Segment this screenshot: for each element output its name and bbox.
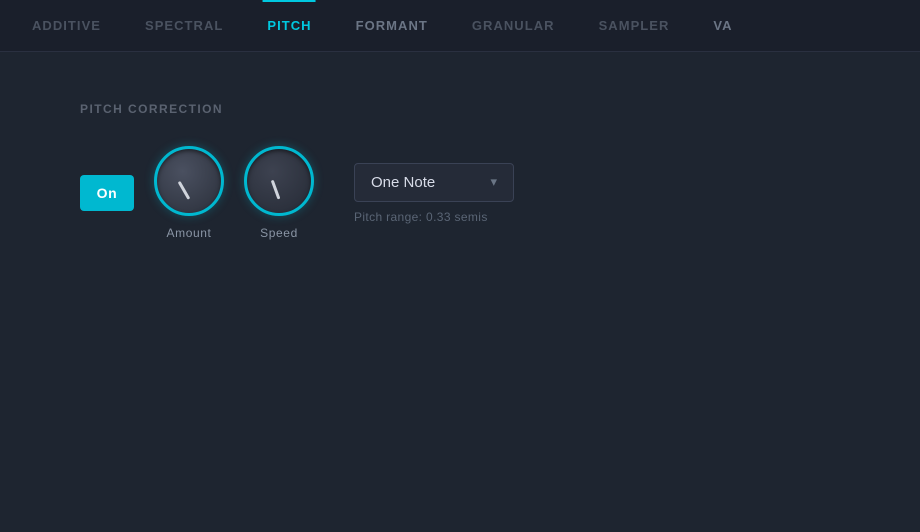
section-title: PITCH CORRECTION — [80, 102, 514, 116]
amount-knob-container: Amount — [154, 146, 224, 240]
amount-knob-label: Amount — [167, 226, 212, 240]
mode-dropdown[interactable]: One Note ▾ — [354, 163, 514, 202]
tab-formant[interactable]: FORMANT — [334, 0, 450, 51]
amount-knob[interactable] — [154, 146, 224, 216]
speed-knob-label: Speed — [260, 226, 298, 240]
tab-additive[interactable]: ADDITIVE — [10, 0, 123, 51]
tab-sampler[interactable]: SAMPLER — [577, 0, 692, 51]
tab-va[interactable]: VA — [691, 0, 754, 51]
tab-spectral[interactable]: SPECTRAL — [123, 0, 245, 51]
dropdown-arrow-icon: ▾ — [490, 174, 497, 190]
app-container: ADDITIVE SPECTRAL PITCH FORMANT GRANULAR… — [0, 0, 920, 532]
tab-pitch[interactable]: PITCH — [245, 0, 333, 51]
pitch-correction-section: PITCH CORRECTION On Amount Speed O — [80, 102, 514, 240]
pitch-range-label: Pitch range: 0.33 semis — [354, 210, 514, 224]
tab-bar: ADDITIVE SPECTRAL PITCH FORMANT GRANULAR… — [0, 0, 920, 52]
main-content: PITCH CORRECTION On Amount Speed O — [0, 52, 920, 532]
dropdown-container: One Note ▾ Pitch range: 0.33 semis — [354, 163, 514, 224]
speed-knob-container: Speed — [244, 146, 314, 240]
controls-row: On Amount Speed One Note ▾ — [80, 146, 514, 240]
speed-knob[interactable] — [244, 146, 314, 216]
tab-granular[interactable]: GRANULAR — [450, 0, 577, 51]
on-button[interactable]: On — [80, 175, 134, 211]
dropdown-value: One Note — [371, 174, 435, 191]
